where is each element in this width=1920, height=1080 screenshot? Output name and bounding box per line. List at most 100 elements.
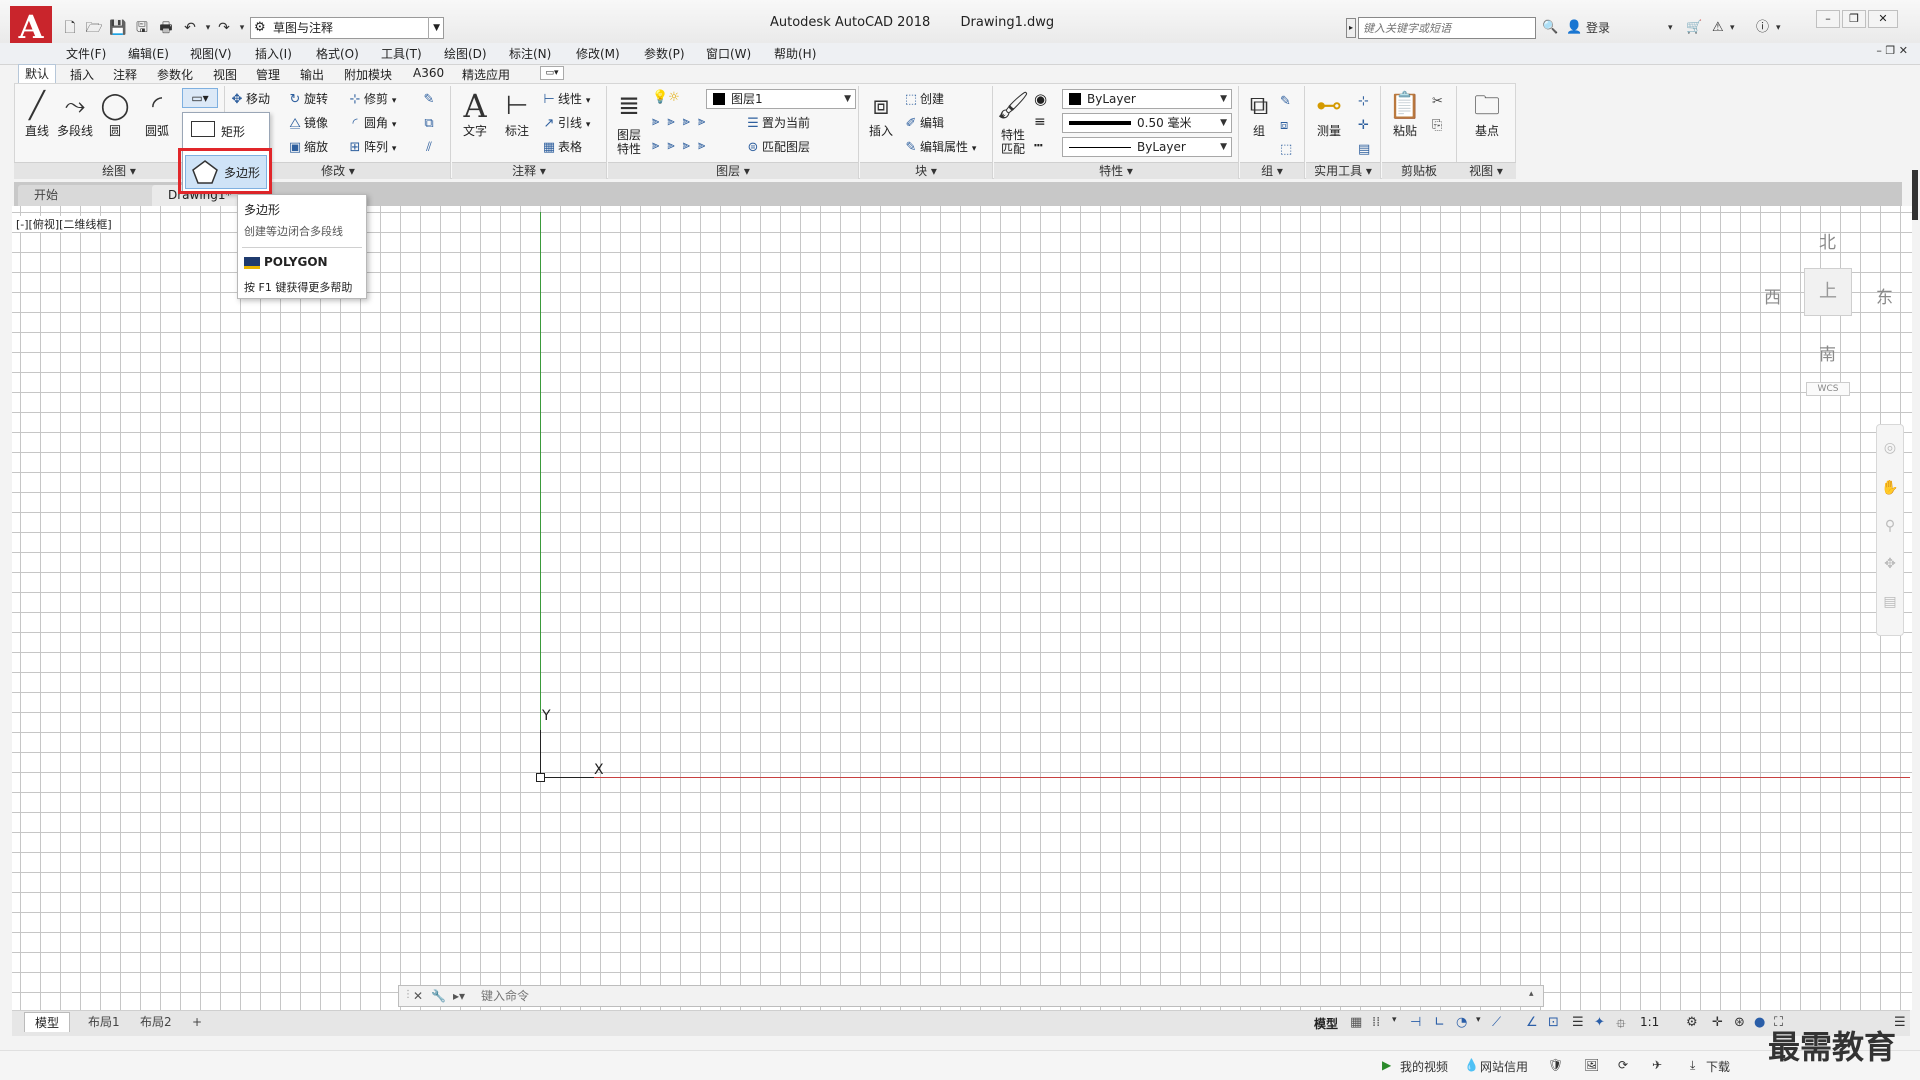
- menu-draw[interactable]: 绘图(D): [444, 45, 487, 62]
- pan-icon[interactable]: ✋: [1876, 480, 1904, 496]
- tab-view[interactable]: 视图: [213, 66, 237, 83]
- match-properties-tool[interactable]: 🖌 特性 匹配: [990, 88, 1036, 156]
- vertical-scrollbar-thumb[interactable]: [1912, 170, 1918, 220]
- help-dropdown-icon[interactable]: ▾: [1776, 17, 1781, 39]
- viewcube-top-face[interactable]: 上: [1804, 268, 1852, 316]
- layout-tab-layout1[interactable]: 布局1: [78, 1012, 130, 1032]
- annotation-visibility-icon[interactable]: ⯐: [1616, 1015, 1626, 1037]
- text-tool[interactable]: A 文字: [452, 88, 498, 138]
- move-tool[interactable]: ✥ 移动: [228, 88, 270, 110]
- model-space-button[interactable]: 模型: [1314, 1015, 1338, 1032]
- leader-tool[interactable]: ↗ 引线 ▾: [540, 112, 591, 134]
- menu-tools[interactable]: 工具(T): [381, 45, 422, 62]
- layer-select[interactable]: 图层1 ▼: [706, 89, 856, 109]
- close-icon[interactable]: ✕: [413, 989, 423, 1003]
- ucs-icon[interactable]: [536, 773, 545, 782]
- search-expand-icon[interactable]: ▸: [1346, 18, 1356, 38]
- paste-tool[interactable]: 📋 粘贴: [1382, 88, 1428, 138]
- create-block-tool[interactable]: ⬚ 创建: [902, 88, 944, 110]
- refresh-icon[interactable]: ⟳: [1618, 1058, 1628, 1072]
- search-input[interactable]: [1359, 18, 1535, 38]
- lineweight-select[interactable]: 0.50 毫米 ▼: [1062, 113, 1232, 133]
- tab-parametric[interactable]: 参数化: [157, 66, 193, 83]
- annotation-panel-title[interactable]: 注释 ▾: [452, 162, 606, 179]
- snap-dropdown-icon[interactable]: ▾: [1392, 1015, 1397, 1025]
- dimension-tool[interactable]: ⊢ 标注: [494, 88, 540, 138]
- color-wheel-icon[interactable]: ◉: [1034, 90, 1047, 108]
- redo-icon[interactable]: ↷: [214, 18, 234, 38]
- tab-addins[interactable]: 附加模块: [344, 66, 392, 83]
- application-menu-button[interactable]: A: [10, 6, 52, 48]
- undo-icon[interactable]: ↶: [180, 18, 200, 38]
- layers-panel-title[interactable]: 图层 ▾: [608, 162, 858, 179]
- utility-tools-column[interactable]: ⊹ ✛ ▤: [1358, 90, 1374, 162]
- circle-tool[interactable]: ◯ 圆: [92, 88, 138, 138]
- login-button[interactable]: 登录: [1586, 17, 1610, 39]
- minimize-icon[interactable]: –: [1816, 10, 1840, 28]
- linetype-icon[interactable]: ┅: [1034, 138, 1042, 154]
- quick-access-customize-icon[interactable]: ▾: [428, 17, 444, 39]
- workspace-select[interactable]: 草图与注释 ▼: [250, 17, 444, 39]
- trim-tool[interactable]: ⊹ 修剪 ▾: [346, 88, 397, 110]
- orbit-icon[interactable]: ✥: [1876, 556, 1904, 572]
- command-line-grip[interactable]: ⋮: [403, 989, 413, 1000]
- command-history-icon[interactable]: ▸▾: [453, 989, 465, 1003]
- download-link[interactable]: 下载: [1706, 1058, 1730, 1075]
- table-tool[interactable]: ▦ 表格: [540, 136, 582, 158]
- group-tool[interactable]: ⧉ 组: [1236, 88, 1282, 138]
- group-tools-column[interactable]: ✎ ⧈ ⬚: [1280, 90, 1296, 162]
- measure-tool[interactable]: ⊷ 测量: [1306, 88, 1352, 138]
- layout-tab-model[interactable]: 模型: [24, 1012, 71, 1032]
- steering-wheel-icon[interactable]: ◎: [1876, 440, 1904, 456]
- object-snap-icon[interactable]: ⊡: [1548, 1015, 1559, 1030]
- document-window-controls[interactable]: – ❐ ✕: [1876, 44, 1908, 57]
- rectangle-split-button[interactable]: ▭▾: [182, 88, 218, 108]
- redo-dropdown-icon[interactable]: ▾: [232, 18, 252, 38]
- dynamic-input-icon[interactable]: ⊣: [1410, 1015, 1421, 1030]
- polar-icon[interactable]: ◔: [1456, 1015, 1467, 1030]
- menu-file[interactable]: 文件(F): [66, 45, 106, 62]
- shield-icon[interactable]: 🛡: [1548, 1058, 1563, 1072]
- tab-annotate[interactable]: 注释: [113, 66, 137, 83]
- rotate-tool[interactable]: ↻ 旋转: [286, 88, 328, 110]
- menu-modify[interactable]: 修改(M): [576, 45, 620, 62]
- menu-edit[interactable]: 编辑(E): [128, 45, 169, 62]
- set-current-layer-tool[interactable]: ☰ 置为当前: [744, 112, 810, 134]
- binoculars-icon[interactable]: 🔍: [1542, 17, 1558, 39]
- isodraft-icon[interactable]: ⟋: [1492, 1015, 1501, 1030]
- grid-icon[interactable]: ▦: [1350, 1015, 1362, 1030]
- chevron-up-icon[interactable]: ▴: [1529, 989, 1534, 999]
- annotation-monitor-icon[interactable]: ✦: [1594, 1015, 1605, 1030]
- viewcube-north[interactable]: 北: [1819, 228, 1836, 253]
- viewport-controls[interactable]: [-][俯视][二维线框]: [14, 216, 114, 232]
- match-layer-tool[interactable]: ⊜ 匹配图层: [744, 136, 810, 158]
- annotation-plus-icon[interactable]: ✛: [1712, 1015, 1723, 1030]
- menu-dimension[interactable]: 标注(N): [509, 45, 551, 62]
- menu-parametric[interactable]: 参数(P): [644, 45, 685, 62]
- ortho-icon[interactable]: ∟: [1434, 1015, 1445, 1030]
- save-as-icon[interactable]: 🖫: [132, 18, 152, 38]
- viewcube-west[interactable]: 西: [1764, 283, 1781, 308]
- utilities-panel-title[interactable]: 实用工具 ▾: [1306, 162, 1380, 179]
- save-icon[interactable]: 💾: [108, 18, 128, 38]
- isolate-objects-icon[interactable]: ⊛: [1734, 1015, 1745, 1030]
- image-icon[interactable]: 🖼: [1584, 1058, 1599, 1072]
- linear-dim-tool[interactable]: ⊢ 线性 ▾: [540, 88, 590, 110]
- tab-featured-apps[interactable]: 精选应用: [462, 66, 510, 83]
- search-box[interactable]: [1358, 17, 1536, 39]
- help-icon[interactable]: ⓘ: [1756, 17, 1769, 39]
- fillet-tool[interactable]: ◜ 圆角 ▾: [346, 112, 396, 134]
- explode-tool[interactable]: ⧉: [420, 112, 438, 134]
- properties-panel-title[interactable]: 特性 ▾: [994, 162, 1238, 179]
- drawing-canvas[interactable]: [12, 206, 1912, 1010]
- block-panel-title[interactable]: 块 ▾: [860, 162, 992, 179]
- menu-window[interactable]: 窗口(W): [706, 45, 751, 62]
- layer-tools-row-2[interactable]: ⫸⫸⫸⫸: [652, 138, 713, 153]
- menu-view[interactable]: 视图(V): [190, 45, 232, 62]
- viewcube-south[interactable]: 南: [1819, 340, 1836, 365]
- file-tab-start[interactable]: 开始: [18, 185, 158, 206]
- a360-dropdown-icon[interactable]: ▾: [1730, 17, 1735, 39]
- command-input[interactable]: [481, 987, 1381, 1005]
- zoom-icon[interactable]: ⚲: [1876, 518, 1904, 534]
- clipboard-tools-column[interactable]: ✂ ⎘: [1432, 90, 1448, 138]
